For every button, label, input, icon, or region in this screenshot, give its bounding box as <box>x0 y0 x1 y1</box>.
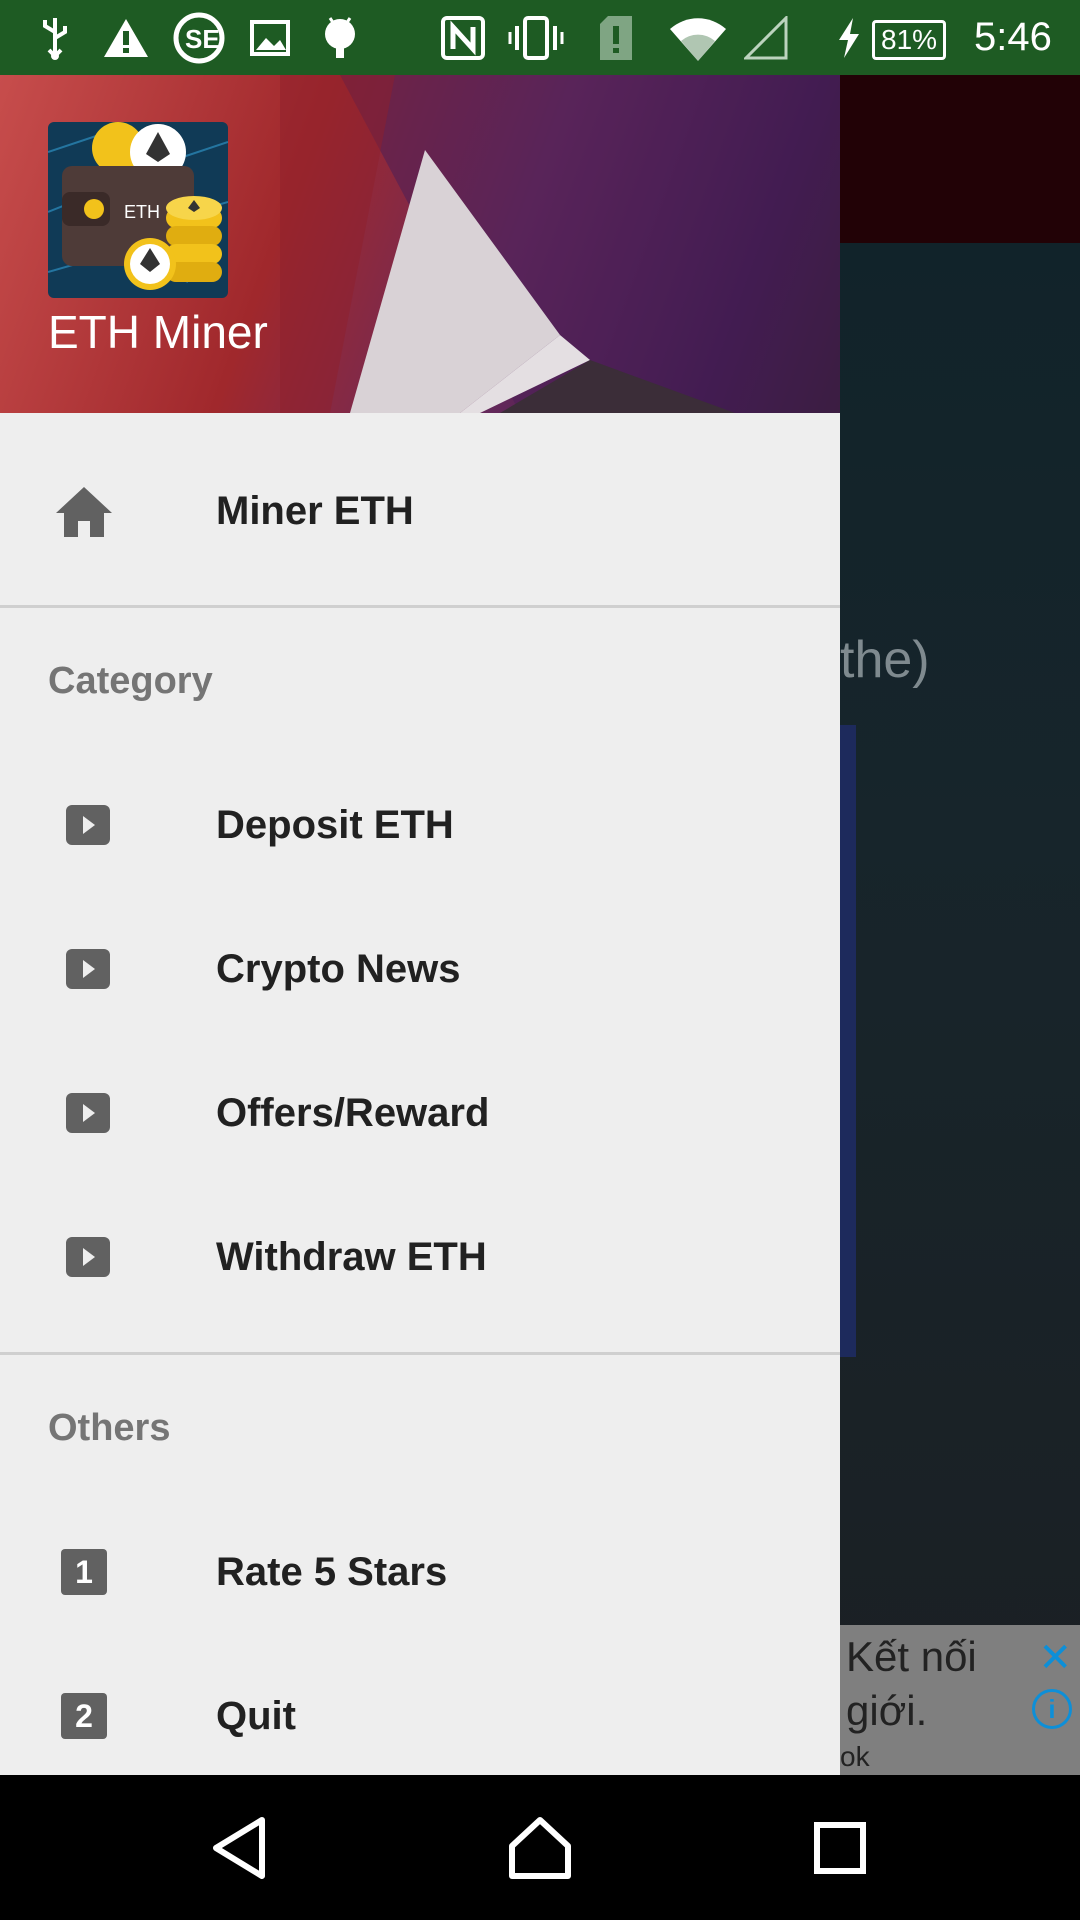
recents-icon[interactable] <box>790 1798 890 1898</box>
system-nav-bar <box>0 1776 1080 1920</box>
drawer-item-rate-5-stars[interactable]: 1 Rate 5 Stars <box>0 1500 840 1644</box>
battery-indicator: 81% <box>872 20 947 60</box>
ad-text-line1: Kết nối <box>846 1633 977 1680</box>
drawer-item-label: Miner ETH <box>216 488 414 533</box>
play-icon <box>58 1227 118 1287</box>
drawer-item-label: Deposit ETH <box>216 802 454 847</box>
drawer-item-label: Offers/Reward <box>216 1090 490 1135</box>
ad-info-icon[interactable]: i <box>1032 1689 1072 1729</box>
drawer-item-withdraw-eth[interactable]: Withdraw ETH <box>0 1185 840 1329</box>
ad-banner[interactable]: Kết nối giới. ok ✕ i <box>840 1625 1080 1775</box>
drawer-item-label: Withdraw ETH <box>216 1234 487 1279</box>
status-clock: 5:46 <box>974 15 1052 59</box>
wifi-icon <box>666 0 730 75</box>
play-icon <box>58 1083 118 1143</box>
background-partial-text: the) <box>840 631 930 689</box>
svg-text:SE: SE <box>185 24 220 54</box>
drawer-item-offers-reward[interactable]: Offers/Reward <box>0 1041 840 1185</box>
number-2-icon: 2 <box>54 1686 114 1746</box>
navigation-drawer: ETH ETH Miner Miner ETH Category Deposit… <box>0 75 840 1775</box>
section-title-category: Category <box>48 660 213 702</box>
drawer-item-label: Rate 5 Stars <box>216 1549 448 1594</box>
background-toolbar <box>840 75 1080 243</box>
signal-icon <box>744 0 788 75</box>
divider <box>0 605 840 608</box>
number-1-icon: 1 <box>54 1542 114 1602</box>
section-title-others: Others <box>48 1407 171 1449</box>
android-icon <box>318 0 362 75</box>
ad-text-line3: ok <box>840 1741 870 1772</box>
home-icon <box>54 481 114 541</box>
drawer-header: ETH ETH Miner <box>0 75 840 413</box>
nfc-icon <box>438 0 488 75</box>
background-content <box>840 243 1080 1703</box>
wallet-label: ETH <box>124 202 160 222</box>
warning-icon <box>100 0 152 75</box>
background-panel <box>840 725 856 1357</box>
status-bar: SE 81% 5:46 <box>0 0 1080 75</box>
vibrate-icon <box>508 0 564 75</box>
play-icon <box>58 939 118 999</box>
app-title: ETH Miner <box>48 306 268 358</box>
image-icon <box>248 0 292 75</box>
drawer-item-label: Quit <box>216 1693 296 1738</box>
home-nav-icon[interactable] <box>490 1798 590 1898</box>
usb-icon <box>30 0 80 75</box>
divider <box>0 1352 840 1355</box>
play-icon <box>58 795 118 855</box>
sim-alert-icon <box>596 0 636 75</box>
drawer-item-label: Crypto News <box>216 946 461 991</box>
ad-close-icon[interactable]: ✕ <box>1038 1635 1072 1681</box>
back-icon[interactable] <box>190 1798 290 1898</box>
ad-text-line2: giới. <box>846 1687 928 1734</box>
se-icon: SE <box>172 0 226 75</box>
charging-icon <box>834 0 864 75</box>
app-logo: ETH <box>48 122 228 298</box>
drawer-item-deposit-eth[interactable]: Deposit ETH <box>0 753 840 897</box>
drawer-item-crypto-news[interactable]: Crypto News <box>0 897 840 1041</box>
drawer-item-quit[interactable]: 2 Quit <box>0 1644 840 1775</box>
drawer-item-miner-eth[interactable]: Miner ETH <box>0 439 840 583</box>
